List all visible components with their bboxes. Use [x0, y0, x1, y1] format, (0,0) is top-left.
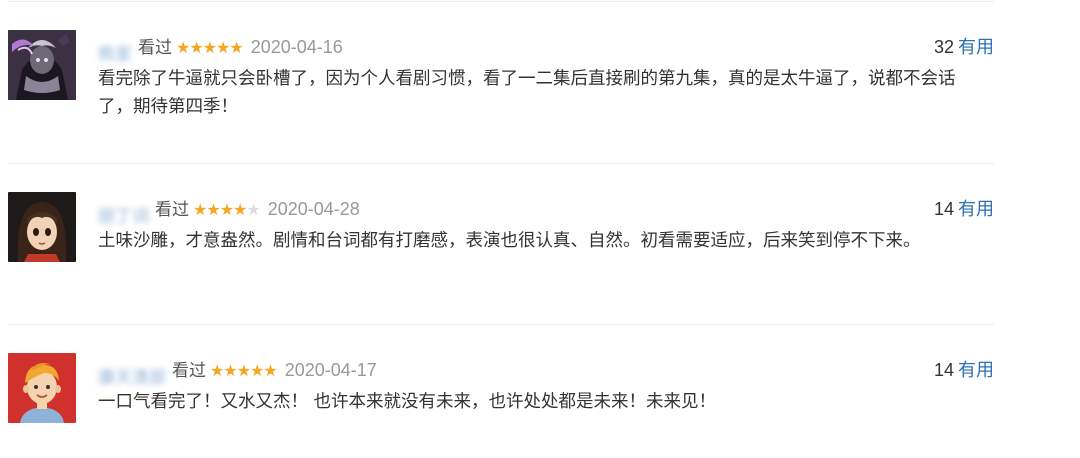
review-meta: 熊家 看过 ★★★★★ 2020-04-16 32 有用 — [98, 30, 994, 65]
avatar[interactable] — [8, 353, 76, 423]
review-date: 2020-04-17 — [284, 360, 377, 380]
review-divider — [8, 163, 994, 164]
watched-label: 看过 — [155, 200, 189, 220]
review-date: 2020-04-16 — [250, 37, 343, 57]
rating-stars: ★★★★★ — [210, 361, 278, 380]
review-content: 康天清部 看过 ★★★★★ 2020-04-17 14 有用 一口气看完了！又水又杰！ … — [98, 353, 994, 416]
useful-button[interactable]: 有用 — [958, 199, 994, 220]
review-meta: 丽丁词 看过 ★★★★★ 2020-04-28 14 有用 — [98, 192, 994, 227]
username[interactable]: 熊家 — [98, 38, 132, 65]
useful-vote: 32 有用 — [934, 30, 994, 65]
avatar[interactable] — [8, 192, 76, 262]
useful-button[interactable]: 有用 — [958, 360, 994, 381]
useful-vote: 14 有用 — [934, 353, 994, 388]
top-divider — [8, 1, 994, 2]
review-divider — [8, 324, 994, 325]
review-content: 熊家 看过 ★★★★★ 2020-04-16 32 有用 看完除了牛逼就只会卧槽了，因为… — [98, 30, 994, 121]
useful-count: 32 — [933, 37, 954, 57]
review-text: 一口气看完了！又水又杰！ 也许本来就没有未来，也许处处都是未来！未来见！ — [98, 392, 717, 412]
avatar[interactable] — [8, 30, 76, 100]
review-meta: 康天清部 看过 ★★★★★ 2020-04-17 14 有用 — [98, 353, 994, 388]
username[interactable]: 康天清部 — [98, 361, 166, 388]
anime-girl-avatar-icon — [8, 192, 76, 262]
rating-stars: ★★★★★ — [193, 200, 261, 219]
useful-count: 14 — [933, 199, 954, 219]
rating-stars: ★★★★★ — [176, 38, 244, 57]
useful-button[interactable]: 有用 — [958, 37, 994, 58]
review-text: 土味沙雕，才意盎然。剧情和台词都有打磨感，表演也很认真、自然。初看需要适应，后来… — [98, 231, 921, 251]
review-content: 丽丁词 看过 ★★★★★ 2020-04-28 14 有用 土味沙雕，才意盎然。剧情和台… — [98, 192, 994, 255]
watched-label: 看过 — [172, 361, 206, 381]
review-date: 2020-04-28 — [267, 199, 360, 219]
cartoon-boy-avatar-icon — [8, 353, 76, 423]
username[interactable]: 丽丁词 — [98, 200, 149, 227]
useful-count: 14 — [933, 360, 954, 380]
useful-vote: 14 有用 — [934, 192, 994, 227]
watched-label: 看过 — [138, 38, 172, 58]
dark-character-avatar-icon — [8, 30, 76, 100]
review-text: 看完除了牛逼就只会卧槽了，因为个人看剧习惯，看了一二集后直接刷的第九集，真的是太… — [98, 69, 956, 117]
